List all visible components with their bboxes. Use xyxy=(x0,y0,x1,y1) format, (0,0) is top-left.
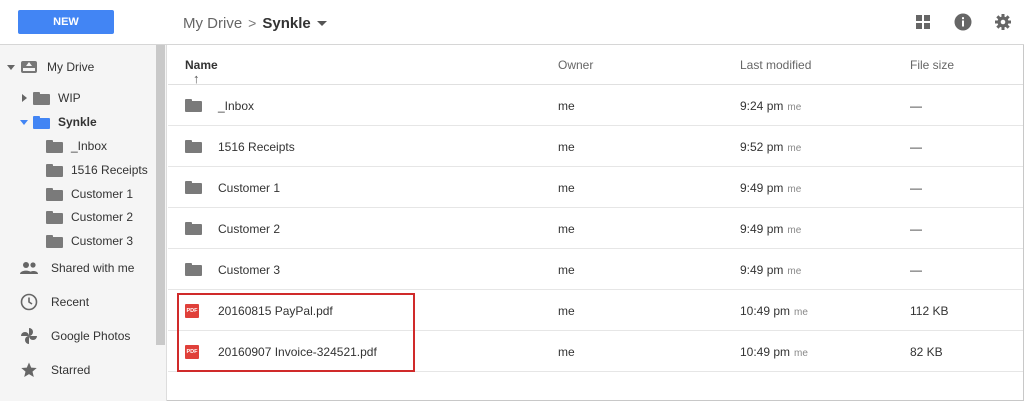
sidebar-item-label: Recent xyxy=(51,295,90,309)
sidebar-item-label: Synkle xyxy=(58,115,97,129)
sidebar-item-label: Shared with me xyxy=(51,261,135,275)
folder-icon xyxy=(185,263,202,276)
folder-icon xyxy=(33,91,50,105)
sidebar-item-label: Customer 1 xyxy=(71,187,134,201)
new-button[interactable]: NEW xyxy=(18,10,114,34)
file-modified: 9:24 pm me xyxy=(740,99,802,113)
file-size: 112 KB xyxy=(910,304,949,318)
people-icon xyxy=(20,262,38,274)
arrow-up-icon[interactable]: ↑ xyxy=(193,71,200,86)
file-size: 82 KB xyxy=(910,345,943,359)
table-row[interactable]: _Inbox me 9:24 pm me — xyxy=(168,85,1023,126)
table-row[interactable]: Customer 1 me 9:49 pm me — xyxy=(168,167,1023,208)
table-row[interactable]: Customer 3 me 9:49 pm me — xyxy=(168,249,1023,290)
grid-view-icon[interactable] xyxy=(914,12,934,32)
folder-icon xyxy=(46,210,63,224)
folder-icon xyxy=(33,115,50,129)
file-size: — xyxy=(910,140,922,154)
file-owner: me xyxy=(558,345,575,359)
sidebar-scrollbar[interactable] xyxy=(156,45,165,345)
file-modified: 10:49 pm me xyxy=(740,304,808,318)
sidebar-item-label: Starred xyxy=(51,363,91,377)
breadcrumb: My Drive > Synkle xyxy=(183,13,327,33)
file-name: Customer 1 xyxy=(218,181,281,195)
sidebar-item-label: 1516 Receipts xyxy=(71,163,148,177)
sidebar-item-label: Customer 3 xyxy=(71,234,134,248)
file-modified: 10:49 pm me xyxy=(740,345,808,359)
sidebar-item-customer-2[interactable]: Customer 2 xyxy=(46,206,133,228)
sidebar-item-wip[interactable]: WIP xyxy=(22,87,81,109)
sidebar-item-inbox[interactable]: _Inbox xyxy=(46,135,107,157)
folder-icon xyxy=(46,187,63,201)
info-icon[interactable] xyxy=(953,12,973,32)
drive-icon xyxy=(21,61,37,73)
clock-icon xyxy=(20,293,38,311)
column-owner-header[interactable]: Owner xyxy=(558,58,593,72)
sidebar-item-label: WIP xyxy=(58,91,81,105)
sidebar-item-synkle[interactable]: Synkle xyxy=(20,111,97,133)
breadcrumb-separator: > xyxy=(248,15,257,31)
file-name: Customer 3 xyxy=(218,263,281,277)
folder-icon xyxy=(185,140,202,153)
column-name-header[interactable]: Name ↑ xyxy=(185,58,218,86)
file-name: Customer 2 xyxy=(218,222,281,236)
star-icon xyxy=(21,362,37,377)
chevron-down-icon[interactable] xyxy=(316,20,327,26)
file-size: — xyxy=(910,222,922,236)
sidebar-item-1516-receipts[interactable]: 1516 Receipts xyxy=(46,159,148,181)
file-owner: me xyxy=(558,222,575,236)
sidebar-item-customer-1[interactable]: Customer 1 xyxy=(46,183,133,205)
sidebar-item-label: _Inbox xyxy=(71,139,108,153)
sidebar-item-starred[interactable]: Starred xyxy=(20,358,90,382)
file-name: 1516 Receipts xyxy=(218,140,295,154)
caret-down-icon[interactable] xyxy=(7,64,15,70)
file-modified: 9:49 pm me xyxy=(740,222,802,236)
file-name: _Inbox xyxy=(218,99,255,113)
top-bar: NEW My Drive > Synkle xyxy=(0,0,1024,45)
highlight-box xyxy=(177,293,415,372)
settings-icon[interactable] xyxy=(993,12,1013,32)
sidebar-item-label: Customer 2 xyxy=(71,210,134,224)
file-modified: 9:49 pm me xyxy=(740,263,802,277)
sidebar-item-shared-with-me[interactable]: Shared with me xyxy=(20,256,134,280)
sidebar: My Drive WIP Synkle _Inbox 1516 Receipts… xyxy=(0,45,167,401)
folder-icon xyxy=(185,99,202,112)
file-size: — xyxy=(910,181,922,195)
folder-icon xyxy=(185,222,202,235)
folder-icon xyxy=(46,139,63,153)
column-header-row: Name ↑ Owner Last modified File size xyxy=(168,45,1023,86)
sidebar-item-customer-3[interactable]: Customer 3 xyxy=(46,230,133,252)
file-owner: me xyxy=(558,304,575,318)
column-modified-header[interactable]: Last modified xyxy=(740,58,811,72)
file-owner: me xyxy=(558,99,575,113)
caret-right-icon[interactable] xyxy=(22,94,27,102)
breadcrumb-my-drive[interactable]: My Drive xyxy=(183,15,242,32)
sidebar-item-label: My Drive xyxy=(47,60,95,74)
column-size-header[interactable]: File size xyxy=(910,58,954,72)
file-owner: me xyxy=(558,263,575,277)
folder-icon xyxy=(46,234,63,248)
sidebar-item-my-drive[interactable]: My Drive xyxy=(7,56,94,78)
file-owner: me xyxy=(558,140,575,154)
sidebar-item-google-photos[interactable]: Google Photos xyxy=(20,324,130,348)
sidebar-item-label: Google Photos xyxy=(51,329,131,343)
table-row[interactable]: 1516 Receipts me 9:52 pm me — xyxy=(168,126,1023,167)
folder-icon xyxy=(46,163,63,177)
file-size: — xyxy=(910,99,922,113)
file-modified: 9:52 pm me xyxy=(740,140,802,154)
pinwheel-icon xyxy=(21,328,37,344)
breadcrumb-current-folder[interactable]: Synkle xyxy=(262,15,310,32)
file-owner: me xyxy=(558,181,575,195)
table-row[interactable]: Customer 2 me 9:49 pm me — xyxy=(168,208,1023,249)
file-modified: 9:49 pm me xyxy=(740,181,802,195)
sidebar-item-recent[interactable]: Recent xyxy=(20,290,89,314)
folder-icon xyxy=(185,181,202,194)
file-size: — xyxy=(910,263,922,277)
caret-down-icon[interactable] xyxy=(20,119,28,125)
